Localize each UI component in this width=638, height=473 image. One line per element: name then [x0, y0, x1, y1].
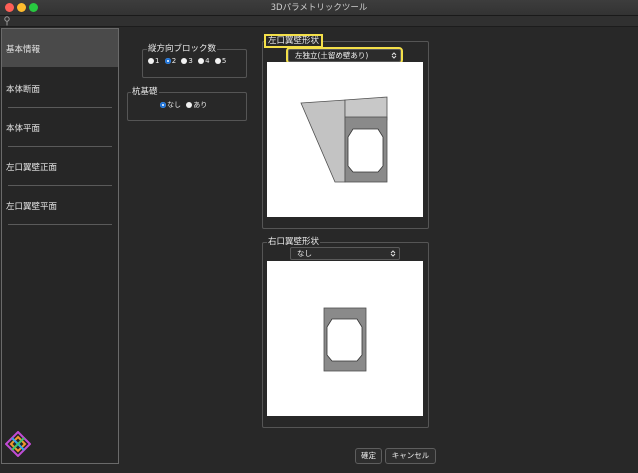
- sidebar-item-label: 本体平面: [6, 124, 41, 134]
- sidebar-item-left-wing-plan[interactable]: 左口翼壁平面: [2, 186, 118, 224]
- sidebar-divider: [8, 224, 112, 225]
- sidebar-item-body-section[interactable]: 本体断面: [2, 69, 118, 107]
- option-label: なし: [167, 101, 181, 109]
- toolbar-strip: [0, 16, 638, 27]
- pile-option-none[interactable]: なし: [160, 100, 181, 110]
- radio-button[interactable]: [186, 102, 193, 108]
- option-label: あり: [193, 101, 208, 109]
- left-wing-shape-select[interactable]: 左独立(土留め壁あり): [286, 47, 403, 64]
- radio-button[interactable]: [198, 58, 205, 64]
- right-wing-drawing: [323, 307, 367, 372]
- right-wing-shape-select[interactable]: なし: [290, 247, 400, 260]
- block-count-option-2[interactable]: 2: [164, 57, 177, 65]
- chevron-updown-icon: [390, 250, 396, 257]
- radio-button[interactable]: [181, 58, 188, 64]
- sidebar-item-label: 基本情報: [6, 45, 41, 55]
- block-count-option-4[interactable]: 4: [198, 57, 210, 65]
- app-logo-icon: [5, 431, 31, 457]
- sidebar-item-basic-info[interactable]: 基本情報: [2, 29, 118, 67]
- block-count-option-1[interactable]: 1: [148, 57, 159, 65]
- window-title: 3Dパラメトリックツール: [270, 3, 368, 13]
- option-label: 2: [171, 57, 177, 65]
- option-label: 5: [221, 57, 227, 65]
- radio-button-selected[interactable]: [160, 102, 166, 108]
- cancel-button[interactable]: キャンセル: [385, 448, 436, 464]
- sidebar: 基本情報 本体断面 本体平面 左口翼壁正面 左口翼壁平面: [1, 28, 119, 464]
- block-count-option-3[interactable]: 3: [181, 57, 193, 65]
- option-label: 3: [188, 57, 193, 65]
- block-count-title: 縦方向ブロック数: [147, 44, 218, 54]
- right-wing-title: 右口翼壁形状: [267, 237, 321, 247]
- sidebar-item-left-wing-front[interactable]: 左口翼壁正面: [2, 147, 118, 185]
- radio-button-selected[interactable]: [164, 58, 171, 64]
- block-count-radio-group: 1 2 3 4 5: [148, 57, 229, 65]
- radio-button[interactable]: [148, 58, 154, 64]
- pile-foundation-radio-group: なし あり: [160, 100, 210, 110]
- radio-button[interactable]: [214, 58, 221, 64]
- left-wing-title: 左口翼壁形状: [263, 34, 324, 48]
- pile-option-yes[interactable]: あり: [186, 100, 207, 110]
- sidebar-item-body-plan[interactable]: 本体平面: [2, 108, 118, 146]
- ok-button[interactable]: 確定: [355, 448, 382, 464]
- pin-icon[interactable]: [3, 16, 11, 26]
- option-label: 1: [155, 57, 160, 65]
- sidebar-item-label: 左口翼壁平面: [6, 202, 58, 212]
- chevron-updown-icon: [391, 52, 397, 59]
- sidebar-item-label: 本体断面: [6, 85, 41, 95]
- title-bar: 3Dパラメトリックツール: [0, 0, 638, 16]
- right-wing-preview: [267, 261, 423, 416]
- select-value: なし: [297, 249, 312, 258]
- left-wing-drawing: [300, 96, 388, 183]
- select-value: 左独立(土留め壁あり): [295, 51, 369, 60]
- sidebar-item-label: 左口翼壁正面: [6, 163, 58, 173]
- block-count-option-5[interactable]: 5: [214, 57, 227, 65]
- pile-foundation-title: 杭基礎: [131, 87, 159, 97]
- option-label: 4: [205, 57, 210, 65]
- left-wing-preview: [267, 62, 423, 217]
